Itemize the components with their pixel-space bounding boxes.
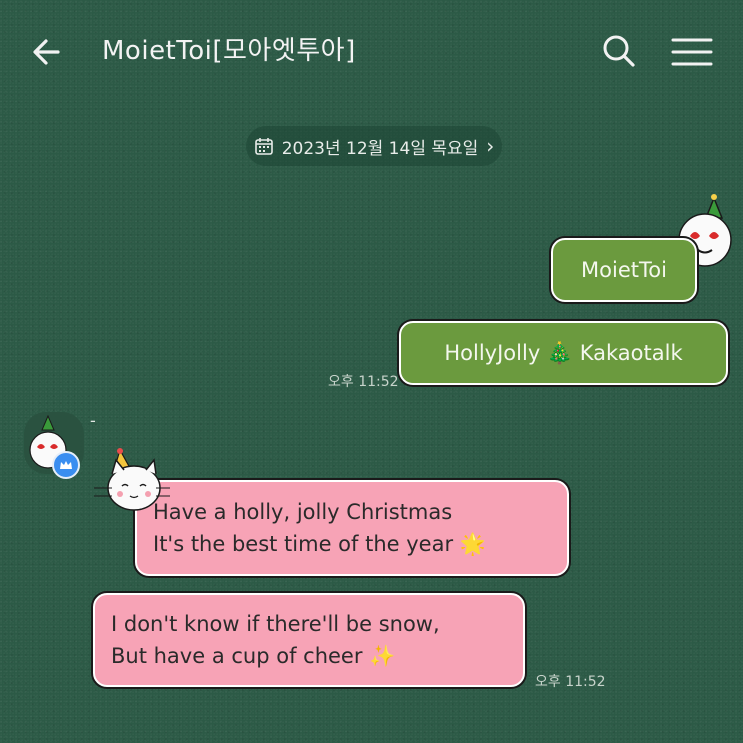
message-text-line: Have a holly, jolly Christmas — [153, 500, 453, 524]
other-message-bubble[interactable]: I don't know if there'll be snow, But ha… — [93, 593, 525, 687]
message-timestamp: 오후 11:52 — [328, 374, 399, 390]
hamburger-menu-icon[interactable] — [668, 32, 716, 72]
my-message-bubble[interactable]: HollyJolly 🎄 Kakaotalk — [399, 321, 728, 385]
message-text-line: I don't know if there'll be snow, — [111, 612, 440, 636]
message-text: HollyJolly 🎄 Kakaotalk — [444, 340, 683, 365]
message-text-line: It's the best time of the year 🌟 — [153, 532, 486, 556]
calendar-icon — [254, 138, 273, 155]
date-divider[interactable]: 2023년 12월 14일 목요일 › — [246, 126, 502, 166]
crown-badge-icon — [52, 451, 80, 479]
chat-title: MoietToi[모아엣투아] — [102, 36, 356, 66]
search-icon[interactable] — [598, 30, 640, 72]
message-timestamp: 오후 11:52 — [535, 674, 606, 690]
message-text-line: But have a cup of cheer ✨ — [111, 644, 396, 668]
message-text: MoietToi — [581, 258, 667, 282]
cat-sticker-icon — [94, 448, 170, 511]
chat-header: MoietToi[모아엣투아] — [0, 0, 743, 100]
sender-name: - — [90, 411, 96, 430]
other-message-bubble[interactable]: Have a holly, jolly Christmas It's the b… — [135, 480, 569, 576]
date-label: 2023년 12월 14일 목요일 — [281, 138, 479, 159]
chevron-right-icon: › — [486, 134, 495, 158]
my-message-bubble[interactable]: MoietToi — [551, 238, 697, 302]
arrow-left-icon[interactable] — [28, 32, 72, 72]
